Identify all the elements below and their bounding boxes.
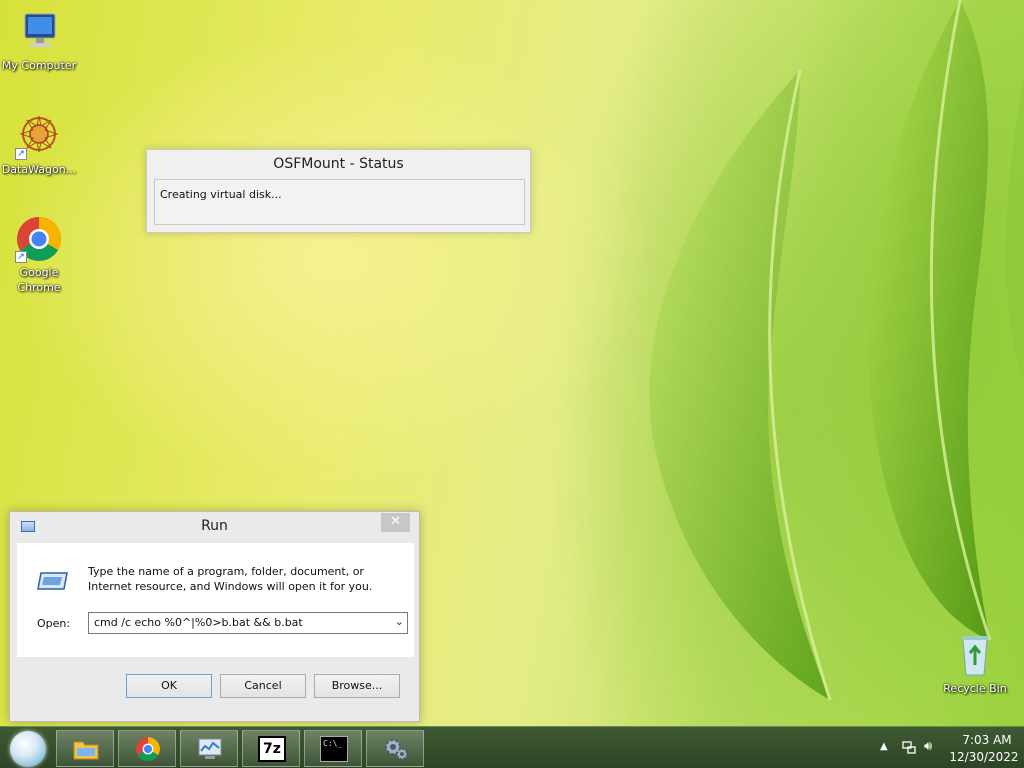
taskbar-settings[interactable] [366,730,424,767]
7zip-icon: 7z [258,736,286,762]
start-orb-icon [10,731,46,767]
desktop-icon-datawagon[interactable]: ↗ DataWagon... [0,112,78,177]
start-button[interactable] [6,729,50,767]
network-icon[interactable] [902,740,916,754]
osfmount-status-window: OSFMount - Status Creating virtual disk.… [146,149,531,233]
desktop-icon-label: DataWagon... [1,163,77,176]
file-explorer-icon [72,736,100,762]
window-title: OSFMount - Status [273,156,404,172]
open-input[interactable]: cmd /c echo %0^|%0>b.bat && b.bat [94,616,303,629]
desktop-icon-label: My Computer [1,59,77,72]
taskbar-task-manager[interactable] [180,730,238,767]
cmd-icon: C:\_ [320,736,348,762]
close-button[interactable]: ✕ [381,513,410,532]
volume-icon[interactable]: 🔊︎ [924,739,932,754]
taskbar-file-explorer[interactable] [56,730,114,767]
taskbar: 7z C:\_ ▲ 🔊︎ 7:03 AM 12/30/2022 [0,726,1024,768]
open-combobox[interactable]: cmd /c echo %0^|%0>b.bat && b.bat ⌄ [88,612,408,634]
status-message: Creating virtual disk... [160,188,282,201]
window-title: Run [201,518,228,534]
run-titlebar[interactable]: Run ✕ [10,512,419,542]
desktop-icon-label: Recycle Bin [943,682,1007,695]
system-tray: ▲ 🔊︎ 7:03 AM 12/30/2022 [864,727,1024,768]
status-message-box: Creating virtual disk... [154,179,525,225]
shortcut-arrow-icon: ↗ [15,251,27,263]
task-manager-icon [196,736,224,762]
run-dialog: Run ✕ Type the name of a program, folder… [9,511,420,722]
recycle-bin-icon [951,631,999,679]
browse-button[interactable]: Browse... [314,674,400,698]
cancel-button[interactable]: Cancel [220,674,306,698]
cmd-icon-text: C:\_ [323,739,343,748]
desktop-icon-recycle-bin[interactable]: Recycle Bin [938,631,1012,696]
desktop-icon-my-computer[interactable]: My Computer [0,8,78,73]
run-content-panel: Type the name of a program, folder, docu… [17,543,414,657]
computer-icon [15,8,63,56]
desktop-icon-label: Google Chrome [17,266,61,294]
show-hidden-icons-chevron-icon[interactable]: ▲ [880,741,888,752]
run-program-icon [37,570,69,592]
chevron-down-icon[interactable]: ⌄ [395,615,404,628]
taskbar-chrome[interactable] [118,730,176,767]
chrome-icon: ↗ [15,215,63,263]
open-label: Open: [37,617,71,630]
ok-button[interactable]: OK [126,674,212,698]
taskbar-7zip[interactable]: 7z [242,730,300,767]
shortcut-arrow-icon: ↗ [15,148,27,160]
run-description: Type the name of a program, folder, docu… [88,565,373,593]
7zip-icon-text: 7z [263,741,281,757]
settings-gear-icon [382,736,410,762]
clock-date[interactable]: 12/30/2022 [948,750,1020,764]
chrome-icon [134,736,162,762]
desktop-icon-google-chrome[interactable]: ↗ Google Chrome [0,215,78,295]
clock-time[interactable]: 7:03 AM [956,733,1018,747]
datawagon-icon: ↗ [15,112,63,160]
taskbar-cmd[interactable]: C:\_ [304,730,362,767]
